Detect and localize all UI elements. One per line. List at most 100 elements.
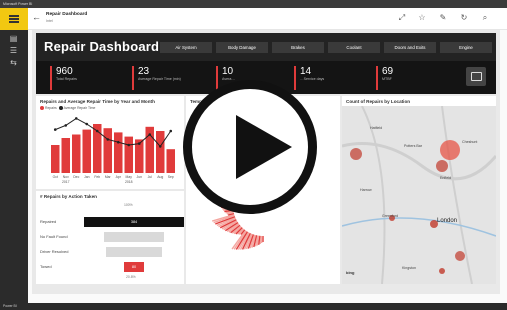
map-place: Greenford <box>382 214 399 218</box>
map-place: Cheshunt <box>462 140 478 144</box>
tab-air-system[interactable]: Air System <box>160 42 212 53</box>
map-title: Count of Repairs by Location <box>342 96 496 106</box>
map-place: Enfield <box>440 176 451 180</box>
year-label: 2017 <box>62 180 70 184</box>
kpi-value: 23 <box>138 66 150 77</box>
bar-repairs[interactable] <box>72 134 81 174</box>
map-canvas[interactable] <box>342 106 496 284</box>
bar-repairs[interactable] <box>114 132 123 173</box>
point-average-repair-time[interactable] <box>169 129 173 133</box>
tab-brakes[interactable]: Brakes <box>272 42 324 53</box>
hamburger-menu-button[interactable] <box>0 8 28 30</box>
bing-logo: bing <box>346 270 355 275</box>
list-icon[interactable]: ☰ <box>8 46 19 55</box>
x-tick-label: Mar <box>105 175 112 179</box>
kpi-label: MTBF <box>382 77 392 81</box>
kpi-value: 10 <box>222 66 234 77</box>
play-icon <box>236 115 292 179</box>
map-place: Harrow <box>360 188 372 192</box>
funnel-label: No Fault Found <box>40 234 68 239</box>
x-tick-label: Sep <box>168 175 174 179</box>
repairs-chart: Oct Nov Dec Jan Feb Mar Apr May Jun Jul Aug Sep 2017… <box>51 117 176 184</box>
hamburger-icon <box>9 18 19 20</box>
status-bar: Power BI <box>0 303 507 310</box>
search-icon[interactable]: ⌕ <box>479 13 491 23</box>
point-average-repair-time[interactable] <box>95 129 99 133</box>
point-average-repair-time[interactable] <box>116 140 120 144</box>
point-average-repair-time[interactable] <box>106 138 110 141</box>
point-average-repair-time[interactable] <box>148 133 152 136</box>
x-tick-label: Jun <box>137 175 143 179</box>
funnel-label: Towed <box>40 264 52 269</box>
point-average-repair-time[interactable] <box>64 124 68 127</box>
tab-doors-and-exits[interactable]: Doors and Exits <box>384 42 436 53</box>
point-average-repair-time[interactable] <box>85 122 89 126</box>
refresh-icon[interactable]: ↻ <box>458 13 470 22</box>
report-title[interactable]: Repair Dashboard <box>46 12 87 17</box>
funnel-row[interactable]: No Fault Found <box>40 232 190 242</box>
tab-coolant[interactable]: Coolant <box>328 42 380 53</box>
bar-repairs[interactable] <box>82 129 92 173</box>
kpi-label: Total Repairs <box>56 77 77 81</box>
funnel-bar <box>104 232 164 242</box>
dashboard-title: Repair Dashboard <box>44 39 160 54</box>
repairs-chart-panel[interactable]: Repairs and Average Repair Time by Year … <box>36 96 184 189</box>
pin-icon[interactable]: ✎ <box>437 13 449 22</box>
kpi-mtbf: 69 MTBF <box>376 66 393 90</box>
chat-icon[interactable] <box>466 67 486 86</box>
funnel-bottom-pct: 20.8% <box>126 275 136 279</box>
map-place: Kingston <box>402 266 416 270</box>
favorite-star-icon[interactable]: ☆ <box>416 13 428 22</box>
funnel-label: Driver Resolved <box>40 249 69 254</box>
bar-repairs[interactable] <box>103 128 113 173</box>
tab-engine[interactable]: Engine <box>440 42 492 53</box>
repairs-chart-title: Repairs and Average Repair Time by Year … <box>40 99 155 104</box>
x-tick-label: Dec <box>73 175 79 179</box>
map-place: Potters Bar <box>404 144 422 148</box>
kpi-service-days: 14 …Service days <box>294 66 324 90</box>
map-city-label: London <box>437 218 458 224</box>
report-icon[interactable]: ▤ <box>8 34 19 43</box>
x-tick-label: Jan <box>84 175 90 179</box>
point-average-repair-time[interactable] <box>127 143 131 147</box>
kpi-average-repair-time: 23 Average Repair Time (min) <box>132 66 181 90</box>
window-title: Microsoft Power BI <box>3 2 33 6</box>
legend-repairs: Repairs <box>45 106 57 110</box>
funnel-row[interactable]: Repaired 384 <box>40 217 190 227</box>
share-icon[interactable]: ⇆ <box>8 58 19 67</box>
funnel-bar <box>106 247 162 257</box>
funnel-row[interactable]: Towed 80 <box>40 262 190 272</box>
kpi-label: …Service days <box>300 77 325 81</box>
kpi-value: 14 <box>300 66 312 77</box>
map-place: Hatfield <box>370 126 383 130</box>
point-average-repair-time[interactable] <box>53 128 57 131</box>
funnel-label: Repaired <box>40 219 57 224</box>
back-arrow-icon[interactable]: ← <box>32 12 41 22</box>
x-tick-label: Oct <box>53 175 58 179</box>
funnel-bar: 384 <box>84 217 184 227</box>
expand-icon[interactable]: ⤢ <box>396 13 408 23</box>
legend-average-repair-time: Average Repair Time <box>63 106 96 110</box>
funnel-panel[interactable]: # Repairs by Action Taken 100% Repaired … <box>36 191 184 284</box>
left-rail: ▤ ☰ ⇆ <box>0 8 28 303</box>
bar-repairs[interactable] <box>166 149 176 173</box>
bar-repairs[interactable] <box>156 131 165 173</box>
x-tick-label: May <box>126 175 133 179</box>
bar-repairs[interactable] <box>124 136 134 173</box>
map-panel[interactable]: Count of Repairs by Location Hatfield Po… <box>342 96 496 284</box>
status-text: Power BI <box>3 304 17 308</box>
chart-legend: Repairs Average Repair Time <box>40 106 96 111</box>
bar-repairs[interactable] <box>51 145 60 173</box>
window-titlebar: Microsoft Power BI <box>0 0 507 8</box>
tab-body-damage[interactable]: Body Damage <box>216 42 268 53</box>
point-average-repair-time[interactable] <box>137 142 141 145</box>
funnel-row[interactable]: Driver Resolved <box>40 247 190 257</box>
point-average-repair-time[interactable] <box>158 145 162 148</box>
year-label: 2018 <box>125 180 133 184</box>
point-average-repair-time[interactable] <box>74 117 78 120</box>
kpi-value: 960 <box>56 66 73 77</box>
kpi-total-repairs: 960 Total Repairs <box>50 66 77 90</box>
bar-repairs[interactable] <box>61 138 71 173</box>
kpi-label: Average Repair Time (min) <box>138 77 181 81</box>
kpi-value: 69 <box>382 66 394 77</box>
